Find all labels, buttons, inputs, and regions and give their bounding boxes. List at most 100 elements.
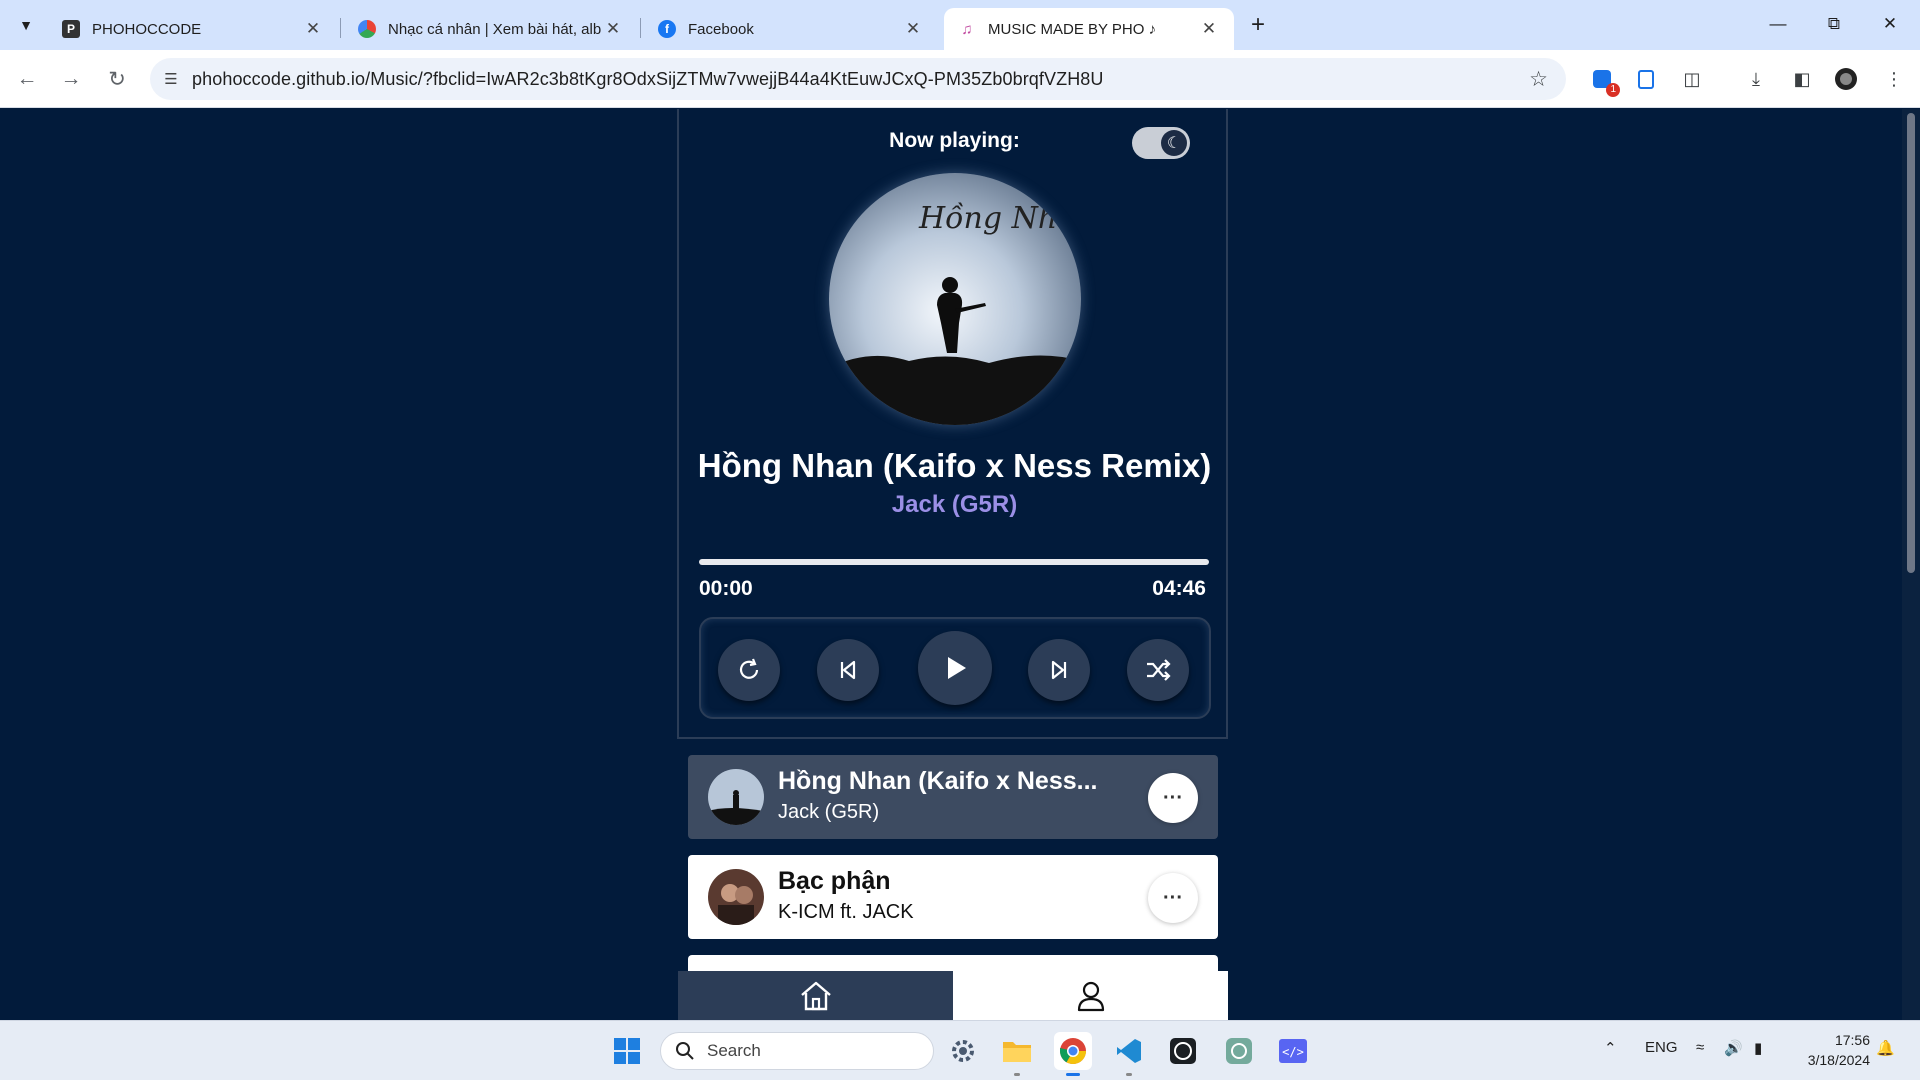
close-window-button[interactable]: ✕: [1862, 0, 1918, 48]
ellipsis-icon: ···: [1163, 786, 1183, 809]
chatgpt-app[interactable]: [1220, 1032, 1258, 1070]
next-button[interactable]: [1028, 639, 1090, 701]
player-controls: [699, 617, 1211, 719]
settings-app[interactable]: [944, 1032, 982, 1070]
browser-tab-active[interactable]: ♫ MUSIC MADE BY PHO ♪ ✕: [944, 8, 1234, 50]
song-thumbnail: [708, 769, 764, 825]
close-icon[interactable]: ✕: [302, 19, 324, 39]
tab-title: Nhạc cá nhân | Xem bài hát, album: [388, 20, 602, 38]
shuffle-icon: [1147, 659, 1171, 681]
browser-tab[interactable]: Nhạc cá nhân | Xem bài hát, album ✕: [344, 8, 638, 50]
back-button[interactable]: ←: [12, 64, 42, 94]
next-icon: [1051, 660, 1067, 680]
volume-icon[interactable]: 🔊: [1724, 1039, 1743, 1057]
zing-icon: [358, 20, 376, 38]
puzzle-icon[interactable]: ◫: [1678, 65, 1706, 93]
profile-avatar-icon[interactable]: [1832, 65, 1860, 93]
windows-logo-icon: [614, 1038, 640, 1064]
extension-icon[interactable]: 1: [1588, 65, 1620, 97]
site-info-icon[interactable]: ☰: [150, 70, 192, 88]
tab-separator: [640, 18, 641, 38]
bottom-navigation: [678, 971, 1228, 1020]
previous-icon: [840, 660, 856, 680]
tab-title: Facebook: [688, 20, 754, 38]
clipboard-extension-icon[interactable]: [1632, 65, 1660, 93]
battery-icon[interactable]: ▮: [1754, 1039, 1762, 1057]
windows-taskbar: Search </> ⌃ ENG ≈ 🔊 ▮ 17:56 3/18/2024 🔔: [0, 1020, 1920, 1080]
file-explorer-app[interactable]: [998, 1032, 1036, 1076]
taskbar-search[interactable]: Search: [660, 1032, 934, 1070]
search-placeholder: Search: [707, 1041, 761, 1060]
song-title: Hồng Nhan (Kaifo x Ness Remix): [697, 447, 1212, 484]
chevron-down-icon: ▼: [19, 17, 33, 33]
close-icon[interactable]: ✕: [1198, 19, 1220, 39]
address-bar[interactable]: ☰ phohoccode.github.io/Music/?fbclid=IwA…: [150, 58, 1566, 100]
restore-button[interactable]: ⧉: [1806, 0, 1862, 48]
browser-tab[interactable]: f Facebook ✕: [644, 8, 938, 50]
wifi-icon[interactable]: ≈: [1696, 1039, 1704, 1056]
more-options-button[interactable]: ···: [1148, 873, 1198, 923]
vscode-app[interactable]: [1110, 1032, 1148, 1076]
play-button[interactable]: [918, 631, 992, 705]
page-scrollbar[interactable]: [1902, 109, 1920, 1020]
web-page: Now playing: ☾ Hồng Nhan Hồng Nhan (Kaif…: [0, 109, 1920, 1020]
dark-mode-toggle[interactable]: ☾: [1132, 127, 1190, 159]
browser-menu-icon[interactable]: ⋮: [1880, 65, 1908, 93]
song-item-title: Hồng Nhan (Kaifo x Ness...: [778, 767, 1098, 795]
moon-icon: ☾: [1161, 130, 1187, 156]
shuffle-button[interactable]: [1127, 639, 1189, 701]
progress-bar[interactable]: [699, 559, 1209, 565]
tab-title: PHOHOCCODE: [92, 20, 202, 38]
nav-home-button[interactable]: [678, 971, 953, 1020]
reload-button[interactable]: ↻: [102, 64, 132, 94]
close-icon[interactable]: ✕: [602, 19, 624, 39]
ellipsis-icon: ···: [1163, 886, 1183, 909]
url-text[interactable]: phohoccode.github.io/Music/?fbclid=IwAR2…: [192, 69, 1104, 90]
github-app[interactable]: [1164, 1032, 1202, 1070]
taskbar-clock[interactable]: 17:56 3/18/2024: [1790, 1030, 1870, 1070]
scrollbar-thumb[interactable]: [1907, 113, 1915, 573]
nav-profile-button[interactable]: [953, 971, 1228, 1020]
home-icon: [800, 981, 831, 1010]
tab-search-button[interactable]: ▼: [12, 11, 40, 39]
music-icon: ♫: [961, 20, 973, 38]
tab-title: MUSIC MADE BY PHO ♪: [988, 20, 1157, 38]
notifications-icon[interactable]: 🔔: [1876, 1039, 1895, 1057]
playlist-item[interactable]: Bạc phận K-ICM ft. JACK ···: [688, 855, 1218, 939]
repeat-button[interactable]: [718, 639, 780, 701]
song-artist: Jack (G5R): [891, 491, 1018, 518]
new-tab-button[interactable]: +: [1244, 11, 1272, 39]
bookmark-star-icon[interactable]: ☆: [1529, 67, 1548, 92]
minimize-button[interactable]: —: [1750, 0, 1806, 48]
github-icon: [1170, 1038, 1196, 1064]
clock-date: 3/18/2024: [1807, 1052, 1870, 1068]
chrome-app[interactable]: [1054, 1032, 1092, 1076]
song-item-artist: Jack (G5R): [778, 801, 880, 823]
player-card: Now playing: ☾ Hồng Nhan Hồng Nhan (Kaif…: [677, 109, 1228, 739]
show-hidden-icons-icon[interactable]: ⌃: [1604, 1039, 1617, 1057]
start-button[interactable]: [608, 1032, 646, 1070]
side-panel-icon[interactable]: ◧: [1788, 65, 1816, 93]
clock-time: 17:56: [1834, 1032, 1870, 1048]
devtools-app[interactable]: </>: [1274, 1032, 1312, 1070]
download-icon[interactable]: ⤓: [1742, 65, 1770, 93]
repeat-icon: [739, 658, 759, 679]
song-thumbnail: [708, 869, 764, 925]
language-indicator[interactable]: ENG: [1645, 1039, 1678, 1056]
folder-icon: [1003, 1042, 1031, 1062]
extension-badge: 1: [1606, 83, 1620, 97]
more-options-button[interactable]: ···: [1148, 773, 1198, 823]
browser-tab-strip: ▼ P PHOHOCCODE ✕ Nhạc cá nhân | Xem bài …: [0, 0, 1920, 50]
album-cover: Hồng Nhan: [829, 173, 1081, 425]
facebook-icon: f: [658, 20, 676, 38]
previous-button[interactable]: [817, 639, 879, 701]
user-icon: [1077, 981, 1104, 1011]
svg-text:</>: </>: [1282, 1045, 1304, 1059]
playlist-item-active[interactable]: Hồng Nhan (Kaifo x Ness... Jack (G5R) ··…: [688, 755, 1218, 839]
current-time: 00:00: [699, 577, 753, 600]
close-icon[interactable]: ✕: [902, 19, 924, 39]
tab-separator: [340, 18, 341, 38]
phohoccode-icon: P: [62, 20, 80, 38]
forward-button[interactable]: →: [56, 64, 86, 94]
browser-tab[interactable]: P PHOHOCCODE ✕: [48, 8, 338, 50]
